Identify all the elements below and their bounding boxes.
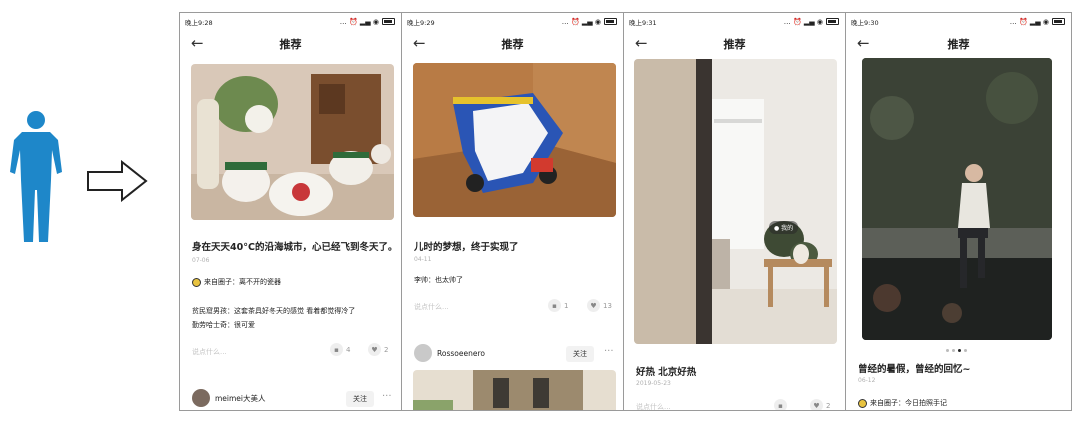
back-arrow-icon[interactable]: ←: [413, 36, 426, 51]
carousel-dot[interactable]: [952, 349, 955, 352]
author[interactable]: Rossoeenero: [414, 344, 485, 362]
phone-screen-3: 晚上9:31 … ⏰ ▂▄ ◉ ← 推荐 ● 我的 好热 北京好热 2019-0…: [624, 13, 846, 410]
post-image[interactable]: [634, 59, 837, 344]
status-icons: … ⏰ ▂▄ ◉: [562, 18, 617, 26]
circle-label: 来自圈子：今日拍照手记: [870, 399, 947, 407]
post-date: 06-12: [858, 377, 876, 384]
nav-bar: ← 推荐: [624, 30, 845, 58]
page-title: 推荐: [279, 38, 302, 51]
page-title: 推荐: [501, 38, 524, 51]
page-title: 推荐: [947, 38, 970, 51]
status-time: 晚上9:30: [851, 18, 879, 27]
next-post-image[interactable]: [413, 370, 616, 410]
comment-count-button[interactable]: ▪ 1: [548, 299, 568, 312]
phone-screen-1: 晚上9:28 … ⏰ ▂▄ ◉ ← 推荐 身在天天40°C的沿海城市，心已经飞到…: [180, 13, 402, 410]
phone-strip: 晚上9:28 … ⏰ ▂▄ ◉ ← 推荐 身在天天40°C的沿海城市，心已经飞到…: [179, 12, 1072, 411]
comment-icon: ▪: [330, 343, 343, 356]
avatar: [414, 344, 432, 362]
post-image[interactable]: [191, 64, 394, 220]
comment-input[interactable]: 说点什么...: [192, 347, 227, 357]
post-title: 身在天天40°C的沿海城市，心已经飞到冬天了。: [192, 242, 398, 253]
back-arrow-icon[interactable]: ←: [857, 36, 870, 51]
comment-line: 勤劳哈士奇：很可爱: [192, 321, 255, 329]
like-button[interactable]: ♥ 2: [368, 343, 388, 356]
battery-icon: [826, 18, 839, 25]
circle-link[interactable]: 来自圈子：离不开的瓷器: [192, 277, 281, 287]
like-button[interactable]: ♥ 2: [810, 399, 830, 410]
post-title: 儿时的梦想，终于实现了: [414, 242, 519, 253]
like-button[interactable]: ♥ 13: [587, 299, 612, 312]
nav-bar: ← 推荐: [846, 30, 1071, 58]
post-date: 2019-05-23: [636, 380, 671, 387]
back-arrow-icon[interactable]: ←: [191, 36, 204, 51]
circle-link[interactable]: 来自圈子：今日拍照手记: [858, 398, 947, 408]
post-title: 曾经的暑假，曾经的回忆~: [858, 364, 971, 375]
arrow-right-icon: [87, 160, 148, 202]
status-icons: … ⏰ ▂▄ ◉: [1010, 18, 1065, 26]
carousel-dots[interactable]: [946, 349, 967, 352]
post-date: 04-11: [414, 256, 432, 263]
carousel-dot-active[interactable]: [958, 349, 961, 352]
comment-input[interactable]: 说点什么...: [414, 302, 449, 312]
phone-screen-2: 晚上9:29 … ⏰ ▂▄ ◉ ← 推荐 儿时的梦想，终于实现了 04-11 李…: [402, 13, 624, 410]
post-title: 好热 北京好热: [636, 367, 697, 378]
image-tag[interactable]: ● 我的: [769, 221, 799, 234]
status-bar: 晚上9:30 … ⏰ ▂▄ ◉: [846, 13, 1071, 30]
post-image[interactable]: [862, 58, 1052, 340]
carousel-dot[interactable]: [946, 349, 949, 352]
circle-icon: [858, 398, 867, 408]
nav-bar: ← 推荐: [402, 30, 623, 58]
circle-label: 来自圈子：离不开的瓷器: [204, 278, 281, 286]
status-time: 晚上9:29: [407, 18, 435, 27]
more-icon[interactable]: ···: [382, 391, 392, 402]
person-figure: [10, 111, 62, 242]
phone-screen-4: 晚上9:30 … ⏰ ▂▄ ◉ ← 推荐 曾经的暑假，曾经的回忆~ 06-12 …: [846, 13, 1071, 410]
author[interactable]: meimei大美人: [192, 389, 266, 407]
heart-icon: ♥: [368, 343, 381, 356]
follow-button[interactable]: 关注: [346, 391, 374, 407]
page-title: 推荐: [723, 38, 746, 51]
heart-icon: ♥: [587, 299, 600, 312]
status-time: 晚上9:28: [185, 18, 213, 27]
avatar: [192, 389, 210, 407]
comment-icon: ▪: [548, 299, 561, 312]
comment-input[interactable]: 说点什么...: [636, 402, 671, 410]
more-icon[interactable]: ···: [604, 346, 614, 357]
status-bar: 晚上9:28 … ⏰ ▂▄ ◉: [180, 13, 401, 30]
author-name: meimei大美人: [215, 393, 266, 403]
comment-button[interactable]: ▪: [774, 399, 787, 410]
comment-count-button[interactable]: ▪ 4: [330, 343, 350, 356]
status-bar: 晚上9:29 … ⏰ ▂▄ ◉: [402, 13, 623, 30]
nav-bar: ← 推荐: [180, 30, 401, 58]
status-icons: … ⏰ ▂▄ ◉: [340, 18, 395, 26]
heart-icon: ♥: [810, 399, 823, 410]
comment-line: 李帅：也太帅了: [414, 276, 463, 284]
post-image[interactable]: [413, 63, 616, 217]
comment-line: 贫民窟男孩：这套茶具好冬天的感觉 看着都觉得冷了: [192, 307, 356, 315]
follow-button[interactable]: 关注: [566, 346, 594, 362]
status-icons: … ⏰ ▂▄ ◉: [784, 18, 839, 26]
circle-icon: [192, 277, 201, 287]
battery-icon: [604, 18, 617, 25]
back-arrow-icon[interactable]: ←: [635, 36, 648, 51]
comment-icon: ▪: [774, 399, 787, 410]
status-bar: 晚上9:31 … ⏰ ▂▄ ◉: [624, 13, 845, 30]
author-name: Rossoeenero: [437, 348, 485, 358]
battery-icon: [1052, 18, 1065, 25]
carousel-dot[interactable]: [964, 349, 967, 352]
status-time: 晚上9:31: [629, 18, 657, 27]
post-date: 07-06: [192, 257, 210, 264]
battery-icon: [382, 18, 395, 25]
